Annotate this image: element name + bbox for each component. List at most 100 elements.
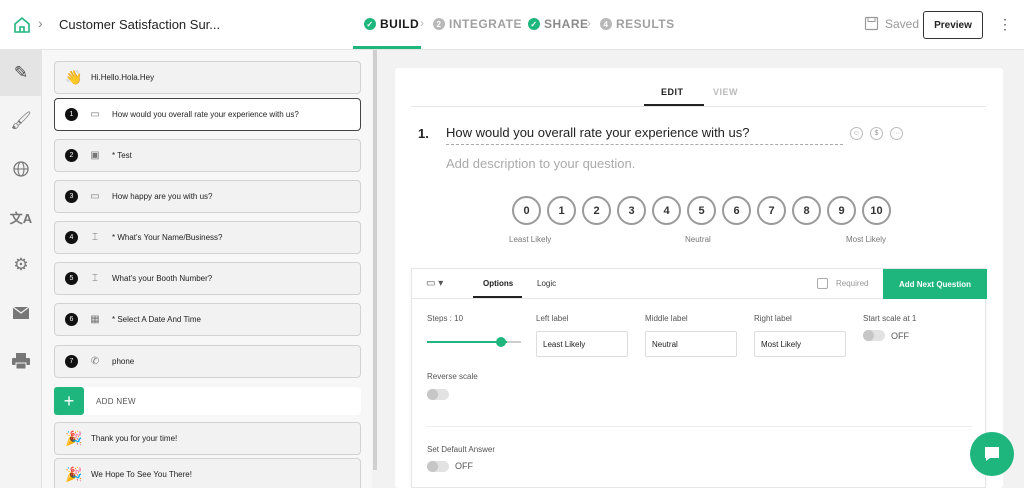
envelope-icon[interactable] (0, 290, 42, 336)
question-title-input[interactable]: How would you overall rate your experien… (446, 125, 843, 145)
question-tools: ☺ $ ··· (850, 127, 903, 140)
ending-card-1[interactable]: 🎉 Thank you for your time! (54, 422, 361, 455)
check-icon: ✓ (528, 18, 540, 30)
monitor-icon: ▭ (90, 109, 100, 120)
chevron-right-icon: › (587, 16, 591, 30)
scale-label-right: Most Likely (846, 235, 887, 244)
start-scale-title: Start scale at 1 (863, 314, 917, 323)
welcome-card[interactable]: 👋 Hi.Hello.Hola.Hey (54, 61, 361, 94)
middle-label-title: Middle label (645, 314, 688, 323)
step-integrate[interactable]: 2 INTEGRATE (433, 17, 522, 31)
party-popper-icon: 🎉 (65, 430, 83, 446)
scale-option[interactable]: 9 (827, 196, 856, 225)
step-share[interactable]: ✓ SHARE (528, 17, 589, 31)
scale-label-left: Least Likely (509, 235, 552, 244)
dollar-icon[interactable]: $ (870, 127, 883, 140)
tab-edit[interactable]: EDIT (661, 87, 684, 97)
question-item-1[interactable]: 1 ▭ How would you overall rate your expe… (54, 98, 361, 131)
right-label-input[interactable]: Most Likely (754, 331, 846, 357)
steps-slider-handle[interactable] (496, 337, 506, 347)
chevron-right-icon: › (38, 15, 43, 31)
scale-option[interactable]: 3 (617, 196, 646, 225)
saved-status: Saved (864, 16, 919, 31)
tab-options[interactable]: Options (483, 279, 513, 288)
start-scale-toggle[interactable] (863, 330, 885, 341)
text-input-icon: ⌶ (92, 273, 98, 284)
waving-hand-icon: 👋 (65, 69, 83, 85)
steps-slider-rest (507, 341, 521, 343)
steps-slider-track[interactable] (427, 341, 507, 343)
active-step-indicator (353, 46, 421, 49)
device-dropdown[interactable]: ▭ ▾ (426, 278, 443, 289)
scale-option[interactable]: 5 (687, 196, 716, 225)
monitor-icon: ▭ (90, 191, 100, 202)
start-scale-state: OFF (891, 331, 909, 341)
calendar-icon: ▦ (90, 314, 100, 325)
scale-option[interactable]: 0 (512, 196, 541, 225)
party-popper-icon: 🎉 (65, 466, 83, 482)
divider (411, 106, 986, 107)
scale-option[interactable]: 1 (547, 196, 576, 225)
middle-label-input[interactable]: Neutral (645, 331, 737, 357)
home-icon[interactable] (12, 15, 32, 35)
question-description-input[interactable]: Add description to your question. (446, 156, 635, 171)
translate-icon[interactable]: 文A (0, 194, 42, 240)
add-new-question-button[interactable]: + ADD NEW (54, 387, 361, 415)
question-item-2[interactable]: 2 ▣ * Test (54, 139, 361, 172)
phone-icon: ✆ (90, 356, 100, 367)
preview-button[interactable]: Preview (923, 11, 983, 39)
step-build[interactable]: ✓ BUILD (364, 17, 419, 31)
question-number: 1. (418, 126, 429, 141)
scale-option[interactable]: 10 (862, 196, 891, 225)
left-label-input[interactable]: Least Likely (536, 331, 628, 357)
default-answer-title: Set Default Answer (427, 445, 496, 454)
active-tab-indicator (473, 296, 522, 298)
top-bar: › Customer Satisfaction Sur... ✓ BUILD ›… (0, 0, 1024, 50)
question-item-5[interactable]: 5 ⌶ What's your Booth Number? (54, 262, 361, 295)
question-item-3[interactable]: 3 ▭ How happy are you with us? (54, 180, 361, 213)
left-label-title: Left label (536, 314, 569, 323)
step-results[interactable]: 4 RESULTS (600, 17, 675, 31)
right-label-title: Right label (754, 314, 792, 323)
tab-view[interactable]: VIEW (713, 87, 738, 97)
emoji-icon[interactable]: ☺ (850, 127, 863, 140)
question-editor: EDIT VIEW 1. How would you overall rate … (395, 68, 1003, 488)
required-checkbox[interactable]: Required (817, 278, 868, 289)
question-list-scrollbar[interactable] (373, 50, 377, 470)
scale-option[interactable]: 6 (722, 196, 751, 225)
reverse-scale-title: Reverse scale (427, 372, 478, 381)
ending-card-2[interactable]: 🎉 We Hope To See You There! (54, 458, 361, 488)
pencil-icon[interactable]: ✎ (0, 50, 42, 96)
scale-option[interactable]: 7 (757, 196, 786, 225)
checkbox-icon (817, 278, 828, 289)
printer-icon[interactable] (0, 338, 42, 384)
rating-scale: 0 1 2 3 4 5 6 7 8 9 10 (512, 196, 891, 225)
gear-icon[interactable]: ⚙ (0, 242, 42, 288)
question-item-7[interactable]: 7 ✆ phone (54, 345, 361, 378)
options-panel: ▭ ▾ Options Logic Required Add Next Ques… (411, 268, 987, 488)
divider (427, 426, 972, 427)
default-answer-state: OFF (455, 461, 473, 471)
paint-brush-icon[interactable]: 🖌 (0, 98, 42, 144)
more-options-icon[interactable]: ⋮ (998, 16, 1012, 33)
tab-logic[interactable]: Logic (537, 279, 556, 288)
chat-button[interactable] (970, 432, 1014, 476)
scale-option[interactable]: 4 (652, 196, 681, 225)
add-next-question-button[interactable]: Add Next Question (883, 269, 987, 299)
question-item-6[interactable]: 6 ▦ * Select A Date And Time (54, 303, 361, 336)
scale-option[interactable]: 2 (582, 196, 611, 225)
scale-label-middle: Neutral (685, 235, 711, 244)
tool-rail: ✎ 🖌 文A ⚙ (0, 50, 42, 488)
reverse-scale-toggle[interactable] (427, 389, 449, 400)
steps-label: Steps : 10 (427, 314, 464, 323)
chat-bubble-icon (985, 447, 999, 461)
globe-icon[interactable] (0, 146, 42, 192)
save-icon (864, 16, 879, 31)
contact-card-icon: ▣ (90, 150, 100, 161)
question-list: 👋 Hi.Hello.Hola.Hey 1 ▭ How would you ov… (42, 50, 372, 488)
default-answer-toggle[interactable] (427, 461, 449, 472)
more-icon[interactable]: ··· (890, 127, 903, 140)
survey-title[interactable]: Customer Satisfaction Sur... (59, 17, 220, 32)
scale-option[interactable]: 8 (792, 196, 821, 225)
question-item-4[interactable]: 4 ⌶ * What's Your Name/Business? (54, 221, 361, 254)
